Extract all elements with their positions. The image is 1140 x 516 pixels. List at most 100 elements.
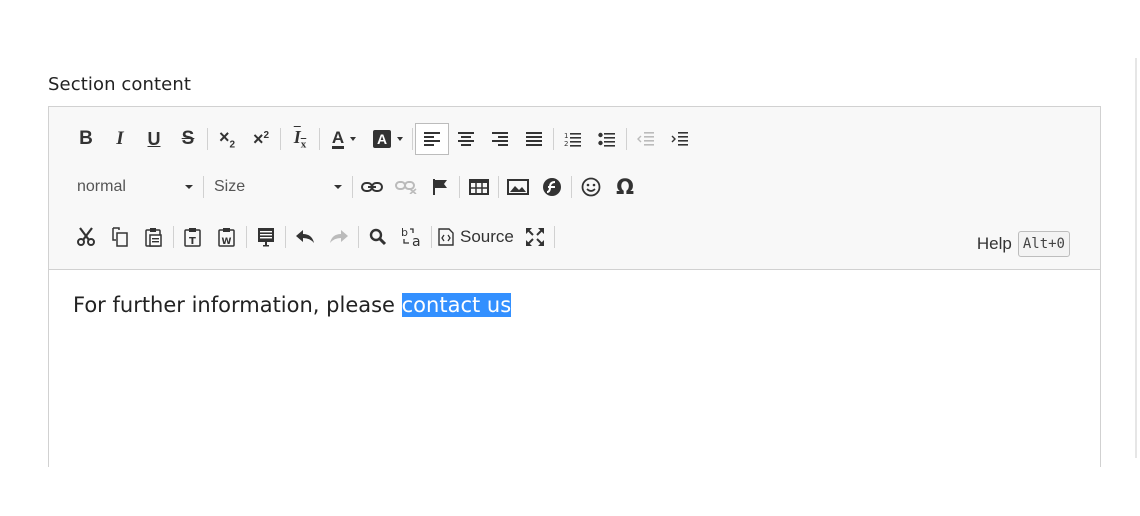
strikethrough-icon: S bbox=[181, 128, 195, 149]
page-edge-rule bbox=[1135, 58, 1137, 458]
chevron-down-icon bbox=[397, 137, 403, 141]
maximize-icon bbox=[525, 228, 544, 246]
selected-link-text[interactable]: contact us bbox=[401, 293, 512, 317]
remove-format-button[interactable]: Ix bbox=[283, 123, 317, 155]
toolbar-separator bbox=[280, 128, 281, 150]
rich-text-editor: B I U S ×2 ×2 Ix A A 1 2 normal Size Ω T… bbox=[48, 106, 1101, 467]
size-dropdown[interactable]: Size bbox=[206, 171, 350, 203]
paste-word-icon: W bbox=[218, 228, 235, 247]
numbered-list-icon: 12 bbox=[564, 132, 581, 147]
justify-icon bbox=[526, 132, 542, 146]
smiley-button[interactable] bbox=[574, 171, 608, 203]
italic-button[interactable]: I bbox=[103, 123, 137, 155]
subscript-button[interactable]: ×2 bbox=[210, 123, 244, 155]
bold-icon: B bbox=[79, 128, 93, 149]
svg-text:b: b bbox=[401, 226, 408, 239]
replace-icon: ba bbox=[401, 226, 421, 248]
bold-button[interactable]: B bbox=[69, 123, 103, 155]
toolbar-separator bbox=[207, 128, 208, 150]
paste-word-button[interactable]: W bbox=[210, 221, 244, 253]
svg-text:1: 1 bbox=[564, 132, 568, 140]
align-left-button[interactable] bbox=[415, 123, 449, 155]
toolbar-separator bbox=[319, 128, 320, 150]
toolbar-separator bbox=[203, 176, 204, 198]
search-icon bbox=[369, 228, 387, 246]
underline-icon: U bbox=[147, 128, 161, 149]
image-icon bbox=[507, 179, 529, 195]
remove-format-icon: Ix bbox=[293, 127, 307, 151]
table-icon bbox=[469, 179, 489, 195]
help-label: Help bbox=[976, 234, 1012, 253]
content-text: For further information, please bbox=[73, 293, 402, 317]
superscript-icon: ×2 bbox=[252, 128, 270, 149]
replace-button[interactable]: ba bbox=[395, 221, 429, 253]
toolbar-separator bbox=[498, 176, 499, 198]
justify-button[interactable] bbox=[517, 123, 551, 155]
flash-button[interactable] bbox=[535, 171, 569, 203]
increase-indent-button[interactable] bbox=[663, 123, 697, 155]
link-icon bbox=[361, 182, 383, 192]
toolbar-separator bbox=[553, 226, 555, 248]
field-label: Section content bbox=[48, 74, 192, 95]
editor-content[interactable]: For further information, please contact … bbox=[73, 293, 512, 317]
source-icon bbox=[438, 228, 454, 246]
text-color-button[interactable]: A bbox=[322, 123, 366, 155]
paste-icon bbox=[145, 228, 162, 247]
superscript-button[interactable]: ×2 bbox=[244, 123, 278, 155]
paste-text-button[interactable]: T bbox=[176, 221, 210, 253]
subscript-icon: ×2 bbox=[218, 127, 236, 151]
align-center-button[interactable] bbox=[449, 123, 483, 155]
align-left-icon bbox=[424, 132, 440, 146]
copy-button[interactable] bbox=[103, 221, 137, 253]
redo-button[interactable] bbox=[322, 221, 356, 253]
image-button[interactable] bbox=[501, 171, 535, 203]
toolbar-separator bbox=[173, 226, 174, 248]
align-right-button[interactable] bbox=[483, 123, 517, 155]
paste-text-icon: T bbox=[184, 228, 201, 247]
strikethrough-button[interactable]: S bbox=[171, 123, 205, 155]
numbered-list-button[interactable]: 12 bbox=[556, 123, 590, 155]
text-color-icon: A bbox=[331, 128, 345, 149]
maximize-button[interactable] bbox=[518, 221, 552, 253]
toolbar-separator bbox=[412, 128, 413, 150]
bulleted-list-icon bbox=[598, 132, 615, 147]
source-button[interactable]: Source bbox=[434, 221, 518, 253]
toolbar-separator bbox=[352, 176, 353, 198]
chevron-down-icon bbox=[334, 185, 342, 189]
unlink-button[interactable] bbox=[389, 171, 423, 203]
find-button[interactable] bbox=[361, 221, 395, 253]
scissors-icon bbox=[77, 227, 95, 246]
table-button[interactable] bbox=[462, 171, 496, 203]
special-char-button[interactable]: Ω bbox=[608, 171, 642, 203]
toolbar-separator bbox=[431, 226, 432, 248]
format-dropdown[interactable]: normal bbox=[69, 171, 201, 203]
decrease-indent-button[interactable] bbox=[629, 123, 663, 155]
toolbar-separator bbox=[246, 226, 247, 248]
toolbar-row-basic: B I U S ×2 ×2 Ix A A 1 2 bbox=[69, 123, 697, 155]
undo-button[interactable] bbox=[288, 221, 322, 253]
increase-indent-icon bbox=[671, 132, 688, 146]
redo-icon bbox=[330, 230, 348, 243]
unlink-icon bbox=[395, 181, 417, 194]
toolbar-row-clipboard: T W ba Source bbox=[69, 221, 557, 253]
templates-icon bbox=[258, 228, 274, 247]
templates-button[interactable] bbox=[249, 221, 283, 253]
format-value: normal bbox=[77, 178, 126, 195]
undo-icon bbox=[296, 230, 314, 243]
toolbar-row-insert: normal Size Ω bbox=[69, 171, 642, 203]
svg-text:2: 2 bbox=[564, 140, 568, 147]
flag-icon bbox=[433, 179, 447, 195]
svg-text:W: W bbox=[222, 237, 232, 247]
bulleted-list-button[interactable] bbox=[590, 123, 624, 155]
chevron-down-icon bbox=[185, 185, 193, 189]
italic-icon: I bbox=[116, 128, 124, 149]
copy-icon bbox=[112, 227, 128, 247]
background-color-button[interactable]: A bbox=[366, 123, 410, 155]
cut-button[interactable] bbox=[69, 221, 103, 253]
link-button[interactable] bbox=[355, 171, 389, 203]
anchor-button[interactable] bbox=[423, 171, 457, 203]
source-label: Source bbox=[460, 227, 514, 246]
underline-button[interactable]: U bbox=[137, 123, 171, 155]
paste-button[interactable] bbox=[137, 221, 171, 253]
help-hint: Help Alt+0 bbox=[977, 231, 1070, 257]
